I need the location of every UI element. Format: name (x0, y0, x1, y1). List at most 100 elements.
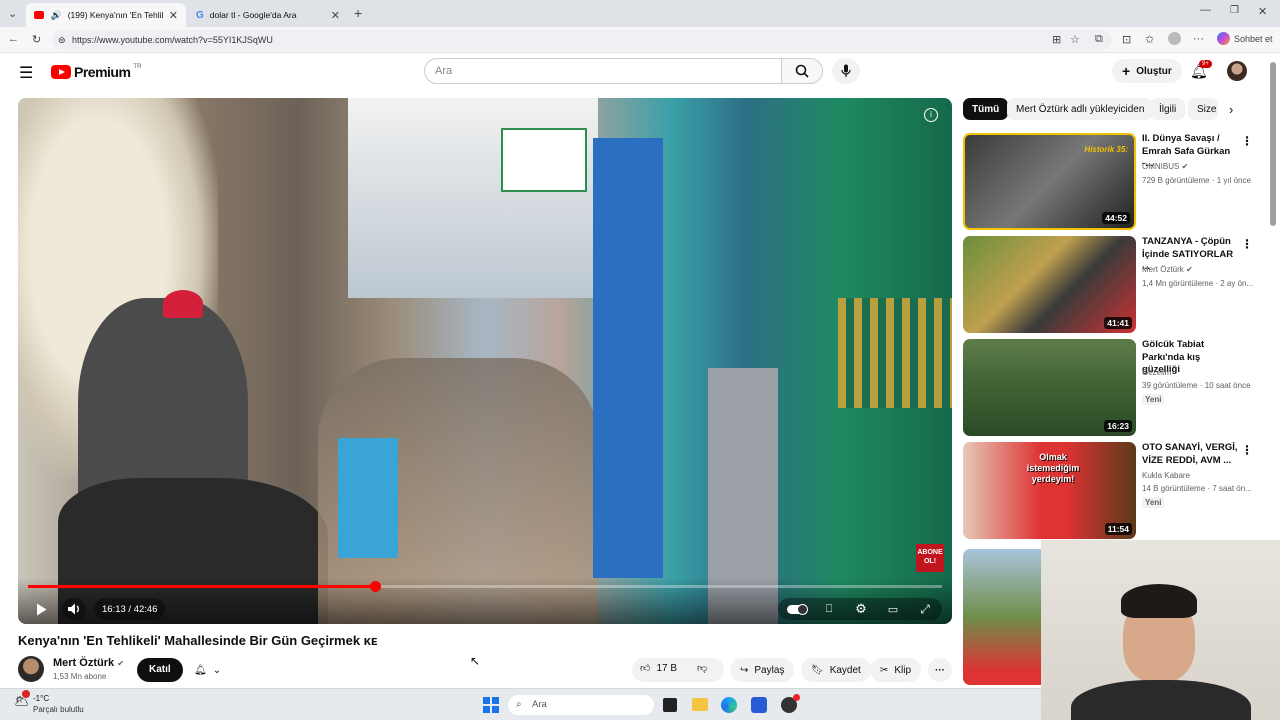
minimize-icon[interactable]: — (1200, 4, 1211, 16)
video-frame-detail (593, 138, 663, 578)
thumb-label: Historik 35: (1084, 145, 1128, 154)
save-button[interactable]: 🔖︎ Kaydet (801, 658, 871, 682)
webcam-overlay (1041, 540, 1280, 720)
window-close-icon[interactable]: ✕ (1258, 5, 1267, 18)
chip-for-you[interactable]: Size (1188, 98, 1218, 120)
recommendation-thumbnail[interactable]: 41:41 (963, 236, 1136, 333)
video-title: Kenya'nın 'En Tehlikeli' Mahallesinde Bi… (18, 633, 378, 648)
like-button[interactable]: 👍︎ 17 B (640, 662, 677, 675)
youtube-header: ☰ Premium TR Ara + Oluştur 🔔︎ 9+ (0, 54, 1280, 94)
video-duration: 44:52 (1102, 212, 1130, 224)
user-avatar[interactable] (1227, 61, 1247, 81)
autoplay-toggle[interactable] (786, 602, 808, 616)
more-menu-icon[interactable]: ··· (1193, 33, 1204, 45)
refresh-icon[interactable]: ↻ (32, 33, 41, 46)
recommendation-thumbnail[interactable]: Historik 35: 44:52 (963, 133, 1136, 230)
share-button[interactable]: ↪ Paylaş (730, 658, 795, 682)
more-vertical-icon[interactable]: ⋮ (1241, 134, 1253, 148)
app-icon[interactable] (781, 694, 800, 713)
time-display: 16:13 / 42:46 (94, 598, 166, 620)
recommendation-meta: 14 B görüntüleme · 7 saat ön... (1142, 484, 1252, 493)
split-screen-icon[interactable]: ⊡ (1122, 33, 1131, 46)
chevron-right-icon[interactable]: › (1229, 102, 1233, 117)
plus-icon: + (1122, 63, 1131, 79)
progress-fill (28, 585, 376, 588)
new-tab-icon[interactable]: + (354, 5, 362, 21)
recommendation-title[interactable]: OTO SANAYİ, VERGİ, VİZE REDDİ, AVM ... (1142, 442, 1240, 467)
progress-scrubber[interactable] (370, 581, 382, 592)
dislike-button[interactable]: 👎︎ (697, 662, 707, 674)
tab-youtube[interactable]: 🔊 (199) Kenya'nın 'En Tehlikeli' M ✕ (26, 3, 186, 27)
more-vertical-icon[interactable]: ⋮ (1241, 443, 1253, 457)
back-icon[interactable]: ← (8, 33, 19, 45)
recommendation-channel[interactable]: OMNIBUS ✔ (1142, 162, 1188, 171)
verified-icon: ✔ (1186, 265, 1193, 274)
chip-label: Tümü (972, 103, 1000, 115)
site-info-icon[interactable]: ⊜ (58, 30, 66, 50)
search-button[interactable] (781, 58, 823, 84)
video-player[interactable]: i ABONE OL! 16:13 / 42:46 ⎕ ⚙ ▭ ⤢ (18, 98, 952, 624)
webcam-person (1071, 680, 1251, 720)
app-available-icon[interactable]: ⊞ (1052, 33, 1061, 46)
recommendation-thumbnail[interactable] (963, 549, 1041, 685)
youtube-icon (34, 11, 45, 19)
channel-name[interactable]: Mert Öztürk ✔ (53, 657, 124, 669)
notifications-button[interactable]: 🔔︎ 9+ (1190, 60, 1212, 80)
store-icon[interactable] (751, 697, 767, 713)
chip-all[interactable]: Tümü (963, 98, 1009, 120)
video-frame-detail (501, 128, 587, 192)
hamburger-menu-icon[interactable]: ☰ (19, 63, 33, 83)
info-icon[interactable]: i (924, 108, 938, 122)
file-explorer-icon[interactable] (692, 698, 708, 711)
create-button[interactable]: + Oluştur (1112, 59, 1182, 83)
weather-widget[interactable]: 🌥︎ (14, 690, 30, 708)
clip-button[interactable]: ✂ Klip (870, 658, 922, 682)
collections-icon[interactable]: ✩ (1145, 33, 1154, 46)
extensions-icon[interactable]: ⧉ (1095, 33, 1103, 46)
close-tab-icon[interactable]: ✕ (169, 9, 178, 22)
browser-tab-bar: ⌄ 🔊 (199) Kenya'nın 'En Tehlikeli' M ✕ G… (0, 0, 1280, 27)
page-scrollbar[interactable] (1270, 62, 1276, 226)
copilot-button[interactable]: Sohbet et (1217, 32, 1273, 45)
progress-bar[interactable] (28, 581, 942, 592)
edge-browser-icon[interactable] (721, 697, 737, 713)
taskbar-search[interactable]: ⌕ Ara (508, 695, 654, 715)
favorite-star-icon[interactable]: ☆ (1070, 33, 1080, 46)
chip-uploader[interactable]: Mert Öztürk adlı yükleyiciden (1007, 98, 1154, 120)
more-actions-button[interactable]: ··· (928, 658, 952, 682)
tab-google[interactable]: G dolar tl - Google'da Ara ✕ (188, 3, 348, 27)
profile-icon[interactable] (1168, 32, 1181, 48)
microphone-icon (841, 64, 851, 77)
recommendation-thumbnail[interactable]: Olmak istemediğim yerdeyim! 11:54 (963, 442, 1136, 539)
channel-avatar[interactable] (18, 656, 44, 682)
task-view-icon[interactable] (663, 698, 677, 712)
recommendation-channel[interactable]: Kukla Kabare (1142, 471, 1190, 480)
mute-button[interactable] (62, 598, 86, 620)
recommendation-channel[interactable]: Mert Öztürk ✔ (1142, 265, 1193, 274)
more-vertical-icon[interactable]: ⋮ (1241, 237, 1253, 251)
taskbar-search-placeholder: Ara (532, 699, 547, 710)
recommendation-meta: 39 görüntüleme · 10 saat önce (1142, 381, 1251, 390)
player-controls: 16:13 / 42:46 ⎕ ⚙ ▭ ⤢ (18, 578, 952, 624)
audio-icon[interactable]: 🔊 (50, 10, 61, 21)
start-button[interactable] (483, 697, 499, 713)
fullscreen-button[interactable]: ⤢ (914, 598, 936, 620)
join-button[interactable]: Katıl (137, 658, 183, 682)
url-field[interactable]: ⊜ https://www.youtube.com/watch?v=55YI1K… (52, 30, 1112, 50)
settings-button[interactable]: ⚙ (850, 598, 872, 620)
play-button[interactable] (30, 598, 52, 620)
search-input[interactable]: Ara (424, 58, 782, 84)
restore-icon[interactable]: ❐ (1230, 5, 1239, 16)
channel-text: OMNIBUS (1142, 162, 1180, 171)
subscription-bell-button[interactable]: 🔔︎ ⌄ (184, 658, 232, 682)
captions-icon: ⎕ (825, 602, 833, 615)
tab-list-icon[interactable]: ⌄ (8, 7, 17, 20)
recommendation-thumbnail[interactable]: 16:23 (963, 339, 1136, 436)
youtube-logo[interactable]: Premium TR (51, 64, 141, 80)
recommendation-channel[interactable]: Gezelim (1142, 368, 1171, 377)
voice-search-button[interactable] (832, 58, 860, 84)
theater-mode-button[interactable]: ▭ (882, 598, 904, 620)
close-tab-icon[interactable]: ✕ (331, 9, 340, 22)
chip-related[interactable]: İlgili (1150, 98, 1186, 120)
subtitles-button[interactable]: ⎕ (818, 598, 840, 620)
